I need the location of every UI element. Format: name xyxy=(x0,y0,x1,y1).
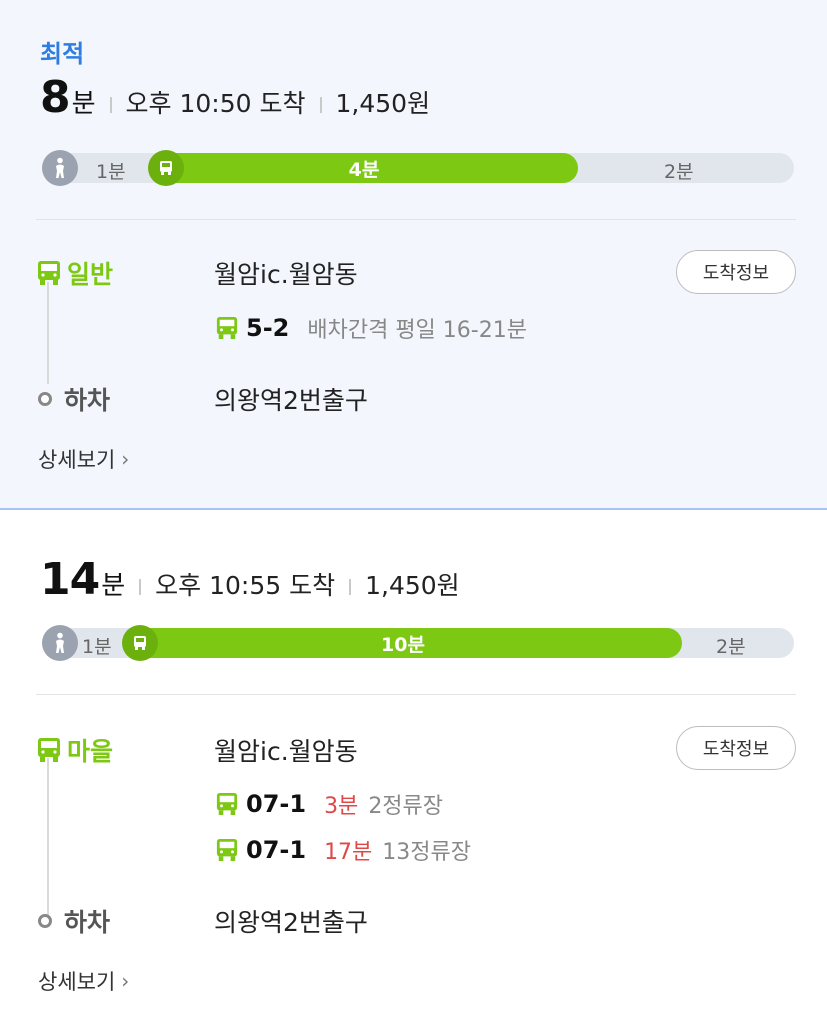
chevron-right-icon: › xyxy=(121,969,130,993)
detail-link-label: 상세보기 xyxy=(38,448,116,472)
bus-type-text: 일반 xyxy=(67,260,114,289)
bus-number: 5-2 xyxy=(246,314,290,342)
bus-type-text: 마을 xyxy=(67,737,114,766)
ride-time-label: 10분 xyxy=(381,633,425,656)
bus-type-label: 일반 xyxy=(37,255,113,291)
alight-dot-icon xyxy=(38,392,52,406)
alight-label: 하차 xyxy=(38,903,110,939)
arrival-time: 오후 10:55 도착 xyxy=(155,571,336,600)
walk-time-label: 1분 xyxy=(96,161,126,183)
route-summary: 14 분 오후 10:55 도착 1,450원 xyxy=(40,554,460,605)
chevron-right-icon: › xyxy=(121,447,130,471)
alight-stop: 의왕역2번출구 xyxy=(214,908,368,937)
alight-text: 하차 xyxy=(64,386,111,415)
ride-time-label: 4분 xyxy=(348,158,380,181)
arrival-info-button[interactable]: 도착정보 xyxy=(676,726,796,770)
boarding-stop: 월암ic.월암동 xyxy=(214,737,358,766)
divider xyxy=(36,219,796,220)
bus-icon xyxy=(148,150,184,186)
alight-dot-icon xyxy=(38,914,52,928)
bus-eta: 17분 xyxy=(324,840,373,865)
bus-line-row[interactable]: 5-2 배차간격 평일 16-21분 xyxy=(216,312,527,344)
bus-line-row[interactable]: 07-1 3분 2정류장 xyxy=(216,788,443,820)
dispatch-interval: 배차간격 평일 16-21분 xyxy=(307,318,527,343)
separator xyxy=(349,579,352,595)
bus-icon xyxy=(216,793,238,815)
bus-icon xyxy=(38,738,60,762)
divider xyxy=(36,694,796,695)
route-summary: 8 분 오후 10:50 도착 1,450원 xyxy=(40,72,430,123)
bus-icon xyxy=(216,317,238,339)
separator xyxy=(319,97,322,113)
bus-line-row[interactable]: 07-1 17분 13정류장 xyxy=(216,834,471,866)
duration-number: 8 xyxy=(40,72,71,123)
route-time-bar: 1분 4분 2분 xyxy=(42,150,794,186)
end-walk-time-label: 2분 xyxy=(716,636,746,658)
detail-link[interactable]: 상세보기 › xyxy=(38,444,129,474)
alight-text: 하차 xyxy=(64,908,111,937)
end-walk-time-label: 2분 xyxy=(664,161,694,183)
detail-link-label: 상세보기 xyxy=(38,970,116,994)
duration-number: 14 xyxy=(40,554,100,605)
alight-label: 하차 xyxy=(38,381,110,417)
best-route-tag: 최적 xyxy=(40,40,85,68)
walk-time-label: 1분 xyxy=(82,636,112,658)
walk-icon xyxy=(42,150,78,186)
route-time-bar: 1분 10분 2분 xyxy=(42,625,794,661)
duration-unit: 분 xyxy=(71,89,96,119)
bus-number: 07-1 xyxy=(246,836,307,864)
fare: 1,450원 xyxy=(335,89,431,118)
duration-unit: 분 xyxy=(101,571,126,601)
boarding-stop: 월암ic.월암동 xyxy=(214,260,358,289)
route-card-1[interactable]: 최적 8 분 오후 10:50 도착 1,450원 1분 4분 2분 일반 월암… xyxy=(0,0,827,510)
timeline-line xyxy=(47,282,49,384)
separator xyxy=(139,579,142,595)
arrival-info-button[interactable]: 도착정보 xyxy=(676,250,796,294)
arrival-time: 오후 10:50 도착 xyxy=(125,89,306,118)
detail-link[interactable]: 상세보기 › xyxy=(38,966,129,996)
timeline-line xyxy=(47,758,49,916)
bus-number: 07-1 xyxy=(246,790,307,818)
ride-segment: 4분 xyxy=(150,153,578,183)
bus-eta: 3분 xyxy=(324,794,359,819)
ride-segment: 10분 xyxy=(124,628,682,658)
bus-stops-away: 2정류장 xyxy=(368,794,444,819)
walk-icon xyxy=(42,625,78,661)
bus-stops-away: 13정류장 xyxy=(382,840,472,865)
separator xyxy=(109,97,112,113)
bus-icon xyxy=(38,261,60,285)
fare: 1,450원 xyxy=(365,571,460,600)
bus-type-label: 마을 xyxy=(37,732,113,768)
bus-icon xyxy=(122,625,158,661)
alight-stop: 의왕역2번출구 xyxy=(214,386,368,415)
bus-icon xyxy=(216,839,238,861)
route-card-2[interactable]: 14 분 오후 10:55 도착 1,450원 1분 10분 2분 마을 월암i… xyxy=(0,510,827,1031)
